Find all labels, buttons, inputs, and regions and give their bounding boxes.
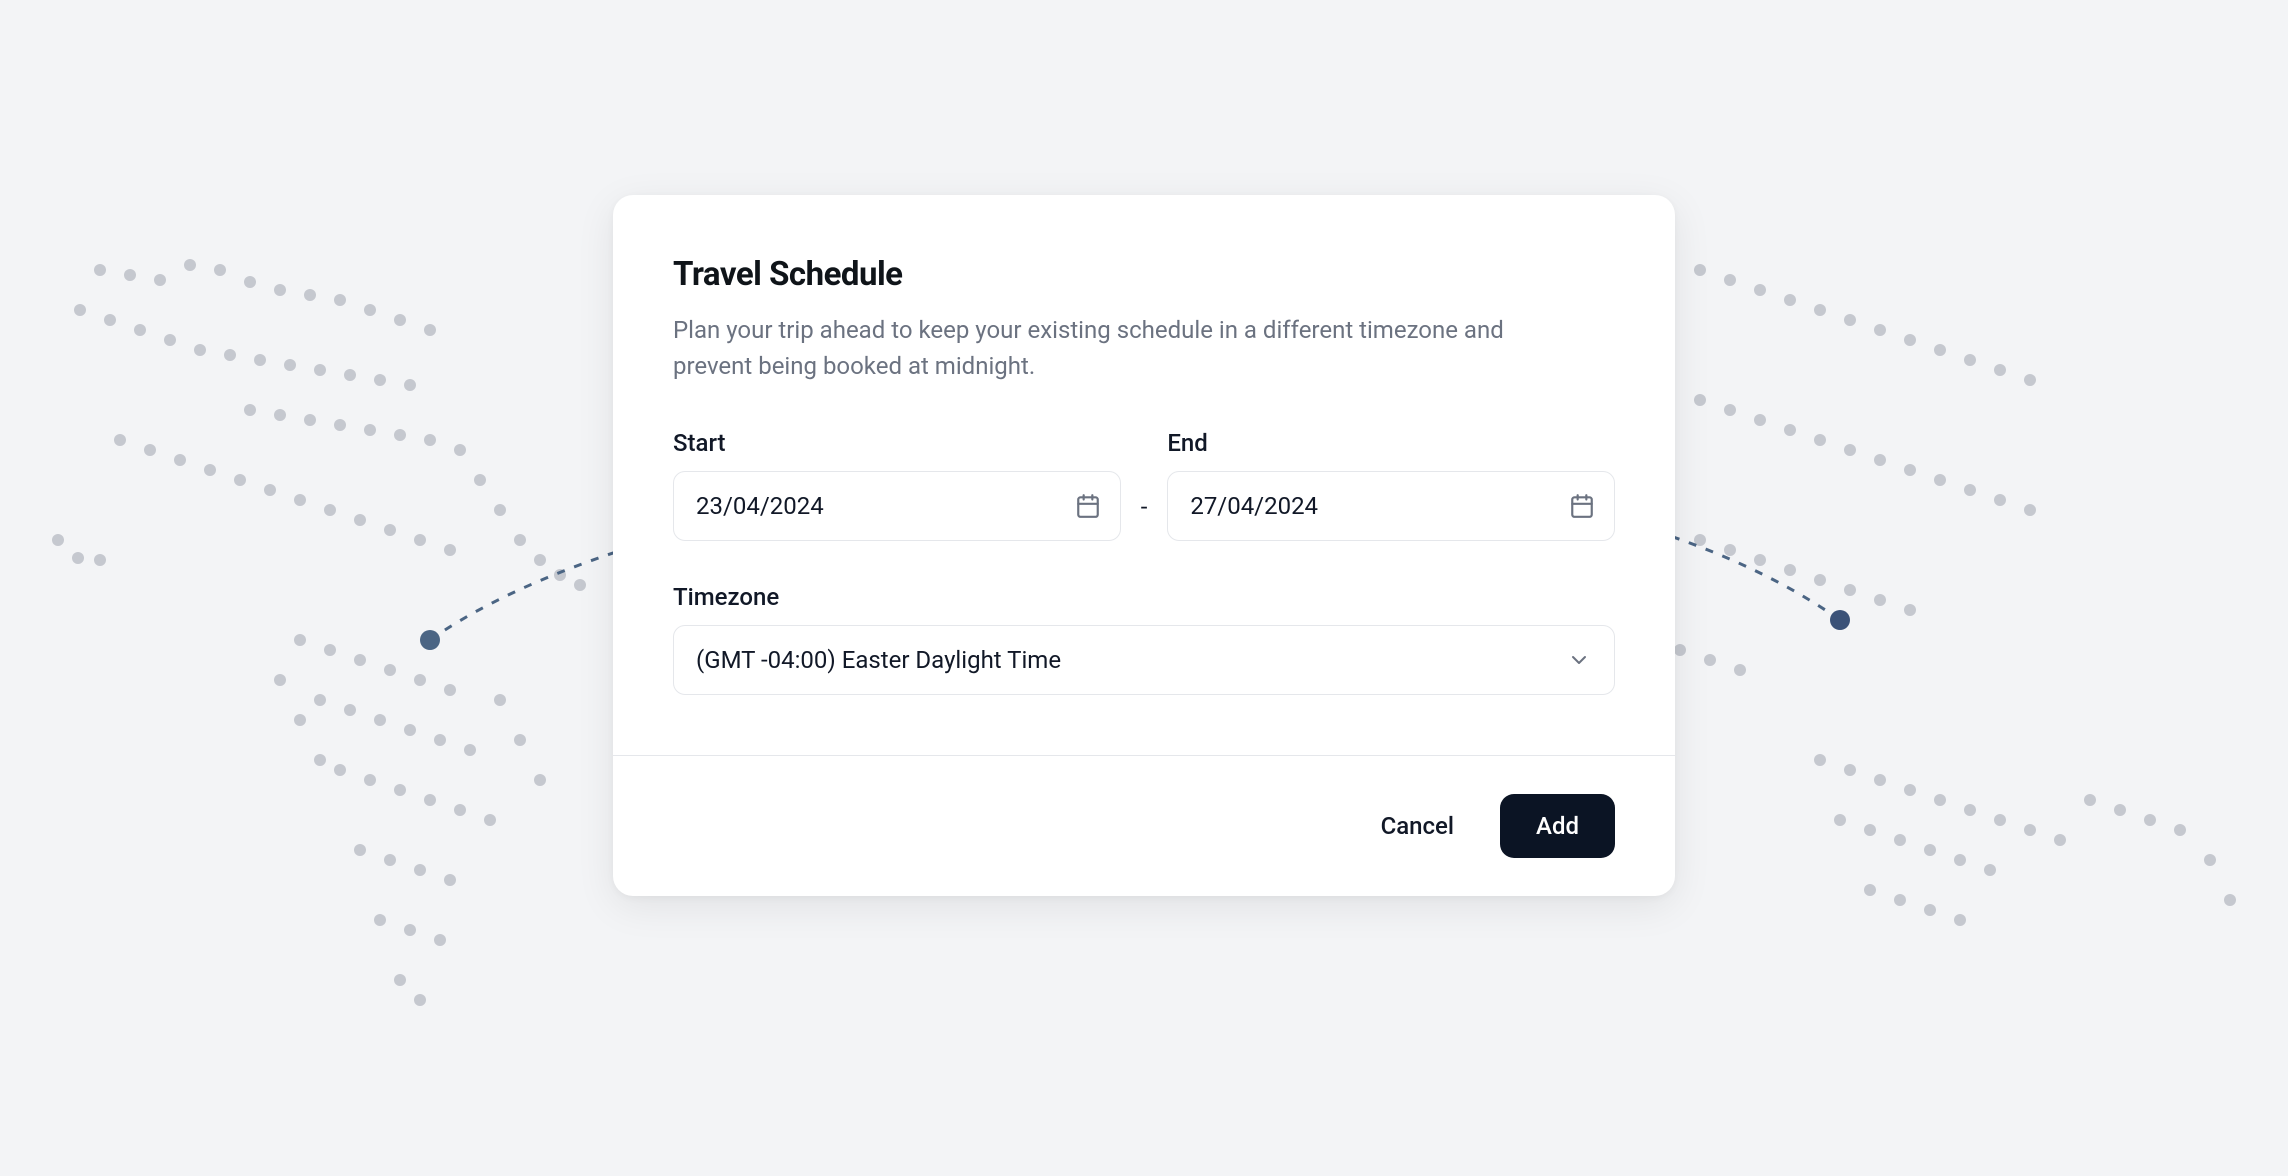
end-date-input[interactable] — [1167, 471, 1615, 541]
timezone-select-wrapper: (GMT -04:00) Easter Daylight Time — [673, 625, 1615, 695]
travel-schedule-modal: Travel Schedule Plan your trip ahead to … — [613, 195, 1675, 896]
timezone-select[interactable]: (GMT -04:00) Easter Daylight Time — [673, 625, 1615, 695]
start-input-wrapper — [673, 471, 1121, 541]
modal-subtitle: Plan your trip ahead to keep your existi… — [673, 312, 1553, 384]
modal-body: Travel Schedule Plan your trip ahead to … — [613, 195, 1675, 755]
date-range-row: Start - End — [673, 429, 1615, 541]
add-button[interactable]: Add — [1500, 794, 1615, 858]
end-group: End — [1167, 429, 1615, 541]
start-group: Start — [673, 429, 1121, 541]
end-label: End — [1167, 429, 1615, 457]
timezone-value: (GMT -04:00) Easter Daylight Time — [696, 646, 1061, 674]
modal-footer: Cancel Add — [613, 755, 1675, 896]
end-input-wrapper — [1167, 471, 1615, 541]
modal-title: Travel Schedule — [673, 255, 1615, 294]
start-label: Start — [673, 429, 1121, 457]
timezone-label: Timezone — [673, 583, 1615, 611]
cancel-button[interactable]: Cancel — [1367, 796, 1468, 856]
start-date-input[interactable] — [673, 471, 1121, 541]
timezone-group: Timezone (GMT -04:00) Easter Daylight Ti… — [673, 583, 1615, 695]
date-separator: - — [1141, 493, 1148, 541]
